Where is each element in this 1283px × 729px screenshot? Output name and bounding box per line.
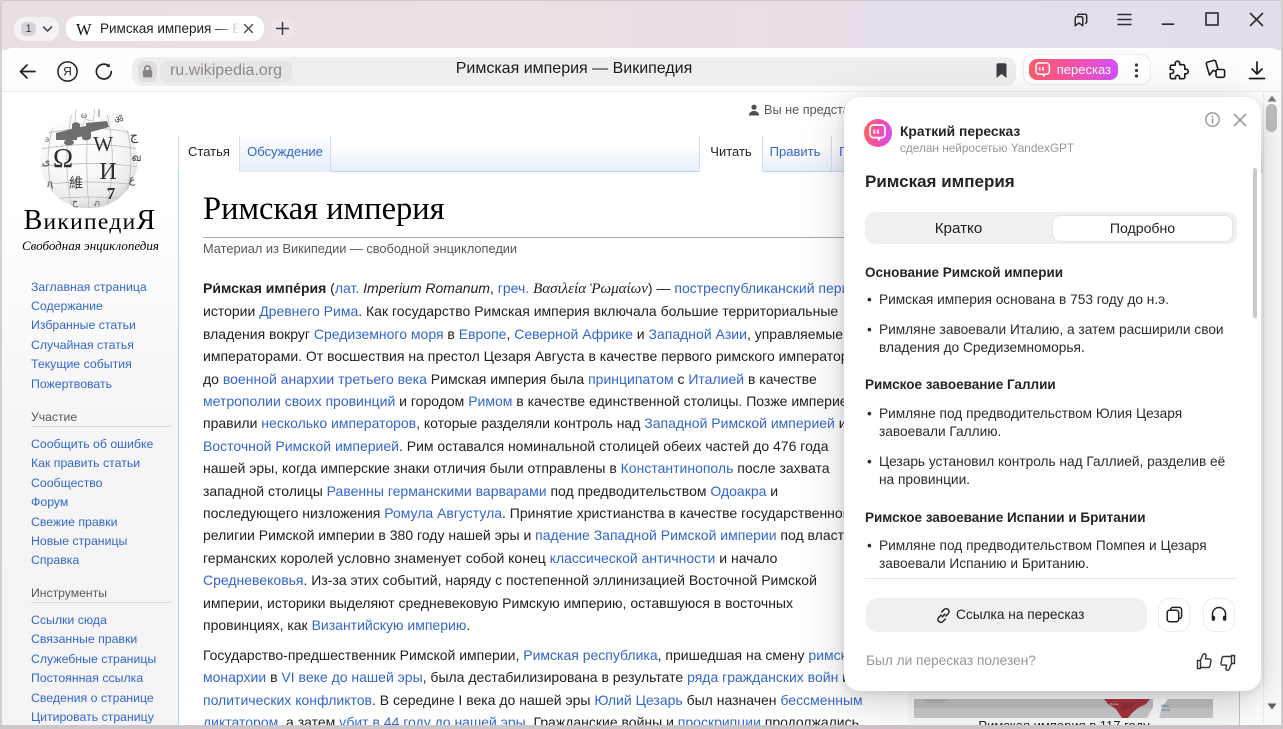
svg-text:Я: Я	[63, 65, 72, 79]
svg-text:維: 維	[69, 176, 83, 192]
svg-text:ج: ج	[130, 128, 139, 144]
svg-text:Roma: Roma	[1110, 702, 1118, 706]
svg-text:أ: أ	[98, 109, 100, 119]
svg-text:7: 7	[107, 184, 116, 203]
svg-text:Ω: Ω	[53, 143, 73, 173]
svg-text:ə: ə	[45, 134, 49, 144]
svg-text:ॐ: ॐ	[114, 114, 123, 126]
svg-text:ω: ω	[81, 110, 87, 120]
svg-text:Adriat.: Adriat.	[1161, 708, 1171, 712]
svg-text:ഖ: ഖ	[131, 153, 141, 164]
svg-text:ԯ: ԯ	[47, 179, 53, 190]
svg-text:ع: ع	[129, 174, 136, 186]
svg-text:ی: ی	[42, 156, 51, 168]
svg-text:И: И	[99, 159, 116, 185]
svg-text:W: W	[93, 132, 113, 156]
